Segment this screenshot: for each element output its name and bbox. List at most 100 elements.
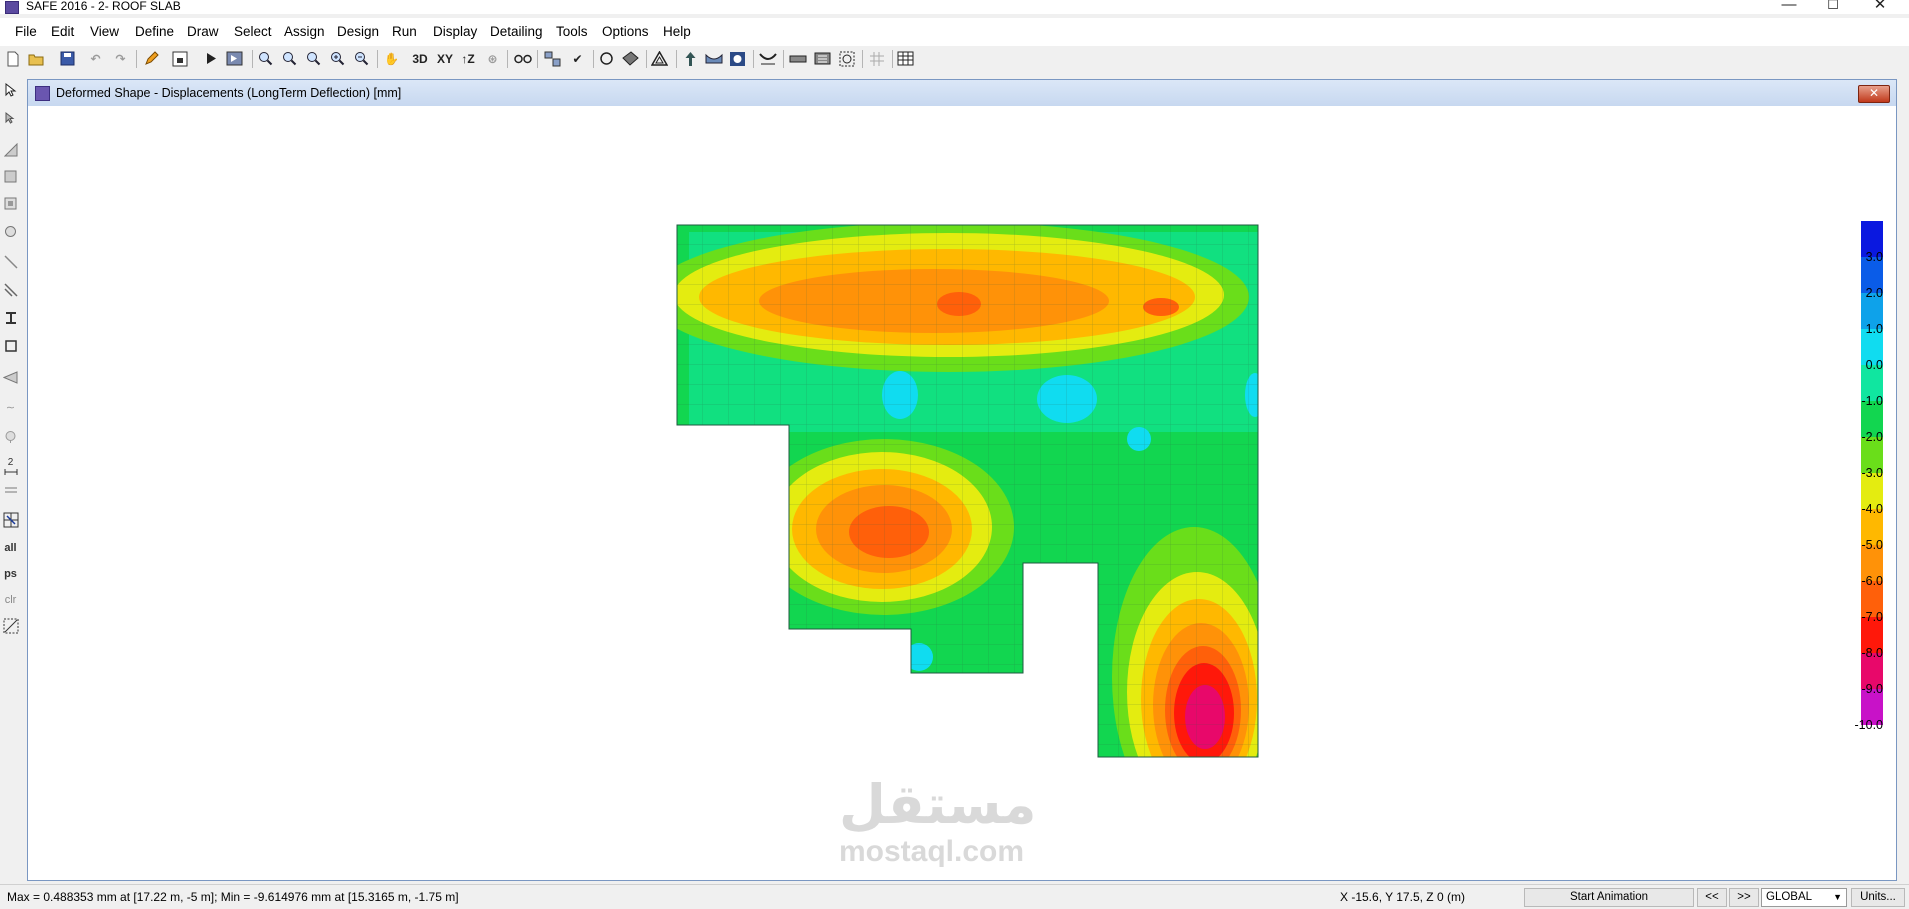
draw-support-icon[interactable]: [1, 427, 20, 446]
save-icon[interactable]: [58, 49, 77, 68]
legend-label: -5.0: [1861, 538, 1883, 552]
reshape-icon[interactable]: [1, 108, 20, 127]
deformed-shape-icon[interactable]: [704, 49, 723, 68]
legend-label: 3.0: [1865, 250, 1883, 264]
legend-label: -9.0: [1861, 682, 1883, 696]
undo-icon[interactable]: ↶: [86, 49, 105, 68]
watermark-latin: mostaql.com: [839, 835, 1025, 868]
slab-forces-icon[interactable]: [813, 49, 832, 68]
legend-label: -10.0: [1854, 718, 1884, 732]
draw-wall-icon[interactable]: [1, 308, 20, 327]
menu-select[interactable]: Select: [234, 24, 272, 40]
view-xy-button[interactable]: XY: [434, 49, 456, 68]
zoom-window-icon[interactable]: [256, 49, 275, 68]
zoom-extents-icon[interactable]: [280, 49, 299, 68]
open-folder-icon[interactable]: [27, 49, 46, 68]
document-icon: [35, 86, 50, 101]
run-design-icon[interactable]: [225, 49, 244, 68]
menu-assign[interactable]: Assign: [284, 24, 325, 40]
zoom-in-icon[interactable]: [328, 49, 347, 68]
punching-shear-icon[interactable]: [837, 49, 856, 68]
quick-draw-area-icon[interactable]: [1, 194, 20, 213]
menu-file[interactable]: File: [15, 24, 37, 40]
legend-label: -3.0: [1861, 466, 1883, 480]
coordinate-system-value: GLOBAL: [1766, 891, 1813, 903]
check-model-icon[interactable]: ✔: [568, 49, 587, 68]
next-step-button[interactable]: >>: [1729, 888, 1759, 907]
legend-label: -4.0: [1861, 502, 1883, 516]
draw-dimension-icon[interactable]: [1, 462, 20, 481]
redo-icon[interactable]: ↷: [111, 49, 130, 68]
start-animation-button[interactable]: Start Animation: [1524, 888, 1694, 907]
pan-hand-icon[interactable]: ✋: [382, 49, 401, 68]
draw-beam-icon[interactable]: [1, 280, 20, 299]
legend-label: -2.0: [1861, 430, 1883, 444]
legend-label: -1.0: [1861, 394, 1883, 408]
rotate-view-icon[interactable]: ⊛: [483, 49, 502, 68]
document-titlebar: Deformed Shape - Displacements (LongTerm…: [28, 80, 1896, 106]
menu-detailing[interactable]: Detailing: [490, 24, 543, 40]
close-window-button[interactable]: ✕: [1857, 0, 1903, 15]
draw-column-icon[interactable]: [1, 222, 20, 241]
menu-help[interactable]: Help: [663, 24, 691, 40]
previous-step-button[interactable]: <<: [1697, 888, 1727, 907]
coordinate-system-select[interactable]: GLOBAL ▼: [1761, 888, 1847, 907]
circle-object-icon[interactable]: [597, 49, 616, 68]
maximize-button[interactable]: ☐: [1810, 0, 1856, 15]
document-close-button[interactable]: ✕: [1858, 85, 1890, 103]
menu-view[interactable]: View: [90, 24, 119, 40]
draw-strip-icon[interactable]: [1, 368, 20, 387]
legend-label: -7.0: [1861, 610, 1883, 624]
draw-rectangle-area-icon[interactable]: [1, 167, 20, 186]
pointer-icon[interactable]: [1, 80, 20, 99]
zoom-previous-icon[interactable]: [304, 49, 323, 68]
window-title: SAFE 2016 - 2- ROOF SLAB: [26, 0, 181, 13]
draw-line-icon[interactable]: [1, 252, 20, 271]
menu-edit[interactable]: Edit: [51, 24, 74, 40]
select-all-button[interactable]: all: [1, 538, 20, 557]
app-icon: [5, 1, 19, 14]
menu-draw[interactable]: Draw: [187, 24, 219, 40]
model-canvas[interactable]: 3.0 2.0 1.0 0.0 -1.0 -2.0 -3.0 -4.0 -5.0…: [29, 107, 1895, 879]
view-tz-button[interactable]: ↑Z: [458, 49, 478, 68]
units-button[interactable]: Units...: [1851, 888, 1905, 907]
pencil-icon[interactable]: [142, 49, 161, 68]
deformed-shape-window: Deformed Shape - Displacements (LongTerm…: [27, 79, 1897, 881]
contour-display-icon[interactable]: [728, 49, 747, 68]
perspective-icon[interactable]: [513, 49, 532, 68]
draw-slab-rebar-icon[interactable]: [1, 480, 20, 499]
draw-design-strip-icon[interactable]: ∼: [1, 398, 20, 417]
menu-options[interactable]: Options: [602, 24, 649, 40]
legend-label: 0.0: [1865, 358, 1883, 372]
select-grid-icon[interactable]: [543, 49, 562, 68]
previous-selection-button[interactable]: ps: [1, 564, 20, 583]
chevron-down-icon: ▼: [1833, 892, 1842, 902]
run-analysis-icon[interactable]: [201, 49, 220, 68]
shell-display-icon[interactable]: [621, 49, 640, 68]
intersecting-line-select-icon[interactable]: [1, 616, 20, 635]
grid-display-icon[interactable]: [867, 49, 886, 68]
deflection-contour-plot: [676, 221, 1883, 758]
menu-tools[interactable]: Tools: [556, 24, 588, 40]
cursor-coordinates: X -15.6, Y 17.5, Z 0 (m): [1340, 890, 1465, 904]
menu-display[interactable]: Display: [433, 24, 477, 40]
beam-forces-icon[interactable]: [788, 49, 807, 68]
reactions-icon[interactable]: [681, 49, 700, 68]
legend-label: -8.0: [1861, 646, 1883, 660]
draw-tendon-icon[interactable]: [1, 336, 20, 355]
snap-intersection-icon[interactable]: [1, 510, 20, 529]
menu-run[interactable]: Run: [392, 24, 417, 40]
menu-define[interactable]: Define: [135, 24, 174, 40]
clear-selection-button[interactable]: clr: [1, 590, 20, 609]
display-tables-icon[interactable]: [896, 49, 915, 68]
draw-polygon-area-icon[interactable]: [1, 140, 20, 159]
legend-label: -6.0: [1861, 574, 1883, 588]
zoom-out-icon[interactable]: [352, 49, 371, 68]
menu-design[interactable]: Design: [337, 24, 379, 40]
triangle-display-icon[interactable]: [650, 49, 669, 68]
strip-forces-icon[interactable]: [758, 49, 777, 68]
new-file-icon[interactable]: [3, 49, 22, 68]
minimize-button[interactable]: —: [1766, 0, 1812, 15]
lock-model-icon[interactable]: [170, 49, 189, 68]
view-3d-button[interactable]: 3D: [409, 49, 431, 68]
